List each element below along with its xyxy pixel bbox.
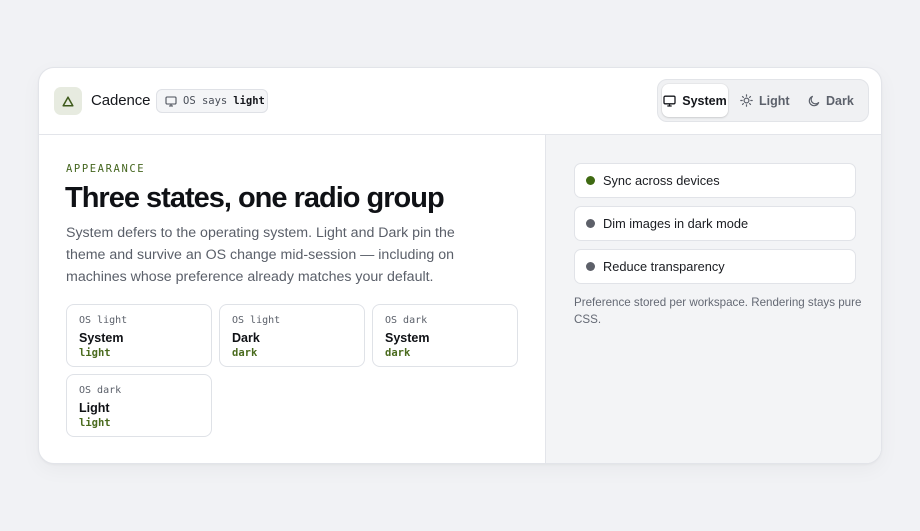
option-label: Sync across devices	[603, 173, 720, 188]
state-result: light	[79, 417, 111, 429]
theme-option-label: System	[682, 93, 727, 108]
state-choice: Dark	[232, 331, 260, 345]
state-choice: Light	[79, 401, 110, 415]
footnote: Preference stored per workspace. Renderi…	[574, 296, 862, 326]
description: System defers to the operating system. L…	[66, 225, 455, 285]
state-choice: System	[385, 331, 430, 345]
option-dim-images[interactable]: Dim images in dark mode	[574, 206, 856, 241]
status-dot-off	[586, 219, 595, 228]
theme-option-light[interactable]: Light	[740, 84, 800, 117]
triangle-icon	[62, 95, 74, 107]
section-eyebrow: APPEARANCE	[66, 163, 146, 175]
status-dot-on	[586, 176, 595, 185]
main-panel: APPEARANCE Three states, one radio group…	[39, 135, 545, 463]
os-status-prefix: OS says	[183, 95, 228, 107]
theme-option-label: Light	[759, 93, 790, 108]
page-title: Three states, one radio group	[65, 182, 445, 214]
option-sync-across-devices[interactable]: Sync across devices	[574, 163, 856, 198]
theme-option-system[interactable]: System	[662, 84, 728, 117]
state-os: OS dark	[385, 315, 428, 326]
settings-sidebar: Sync across devices Dim images in dark m…	[545, 135, 881, 463]
option-reduce-transparency[interactable]: Reduce transparency	[574, 249, 856, 284]
os-status-value: light	[233, 95, 265, 107]
state-os: OS light	[79, 315, 128, 326]
monitor-icon	[165, 95, 177, 107]
theme-option-label: Dark	[826, 93, 854, 108]
cadence-logo	[54, 87, 82, 115]
state-choice: System	[79, 331, 124, 345]
monitor-icon	[663, 95, 676, 107]
os-status-badge: OS says light	[156, 89, 268, 113]
theme-option-dark[interactable]: Dark	[808, 84, 864, 117]
state-result: dark	[385, 347, 411, 359]
theme-radio-group: System Light Dark	[657, 79, 869, 122]
moon-icon	[808, 95, 820, 106]
status-dot-off	[586, 262, 595, 271]
card-header: Cadence OS says light System Light Dark	[39, 68, 881, 135]
appearance-card: Cadence OS says light System Light Dark …	[38, 67, 882, 464]
state-os: OS dark	[79, 385, 122, 396]
sun-icon	[740, 94, 753, 107]
state-result: dark	[232, 347, 258, 359]
option-label: Dim images in dark mode	[603, 216, 749, 231]
state-card: OS dark System dark	[372, 304, 518, 367]
brand-name: Cadence	[91, 92, 151, 109]
state-card: OS light Dark dark	[219, 304, 365, 367]
state-card: OS light System light	[66, 304, 212, 367]
state-os: OS light	[232, 315, 281, 326]
state-card: OS dark Light light	[66, 374, 212, 437]
state-result: light	[79, 347, 111, 359]
option-label: Reduce transparency	[603, 259, 725, 274]
